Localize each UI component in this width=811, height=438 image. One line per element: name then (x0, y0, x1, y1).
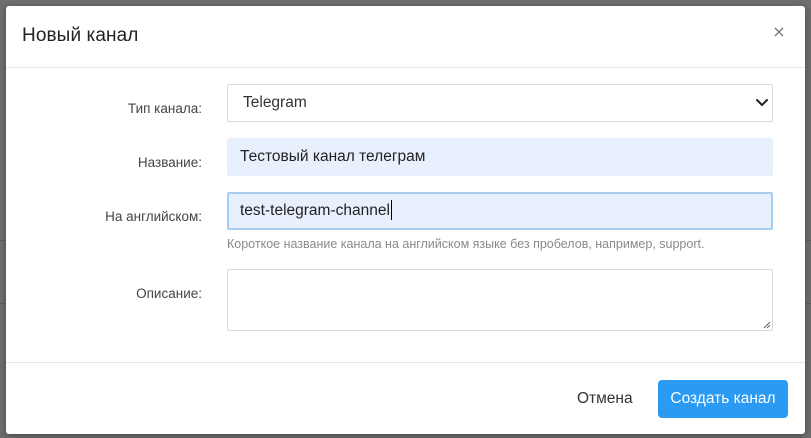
english-name-help-text: Короткое название канала на английском я… (227, 237, 705, 251)
channel-type-value: Telegram (243, 94, 307, 111)
description-label: Описание: (136, 286, 202, 301)
new-channel-dialog: Новый канал × Тип канала: Telegram Назва… (6, 6, 805, 434)
close-icon[interactable]: × (769, 20, 789, 44)
create-channel-button[interactable]: Создать канал (658, 380, 788, 418)
dialog-header: Новый канал × (6, 6, 805, 68)
chevron-down-icon (756, 99, 768, 106)
english-name-input[interactable]: test-telegram-channel (227, 192, 773, 230)
dialog-footer: Отмена Создать канал (6, 362, 805, 434)
name-label: Название: (137, 155, 202, 170)
name-input-value: Тестовый канал телеграм (240, 148, 426, 165)
text-cursor (390, 199, 392, 220)
description-textarea[interactable] (227, 269, 773, 331)
channel-type-label: Тип канала: (127, 101, 202, 116)
channel-type-select[interactable]: Telegram (227, 84, 773, 122)
english-name-input-value: test-telegram-channel (240, 202, 390, 219)
dialog-title: Новый канал (22, 25, 139, 46)
resize-grip-icon[interactable] (761, 319, 771, 329)
english-name-label: На английском: (105, 209, 202, 224)
cancel-button[interactable]: Отмена (565, 380, 645, 418)
dialog-body: Тип канала: Telegram Название: Тестовый … (6, 68, 805, 362)
name-input[interactable]: Тестовый канал телеграм (227, 138, 773, 176)
